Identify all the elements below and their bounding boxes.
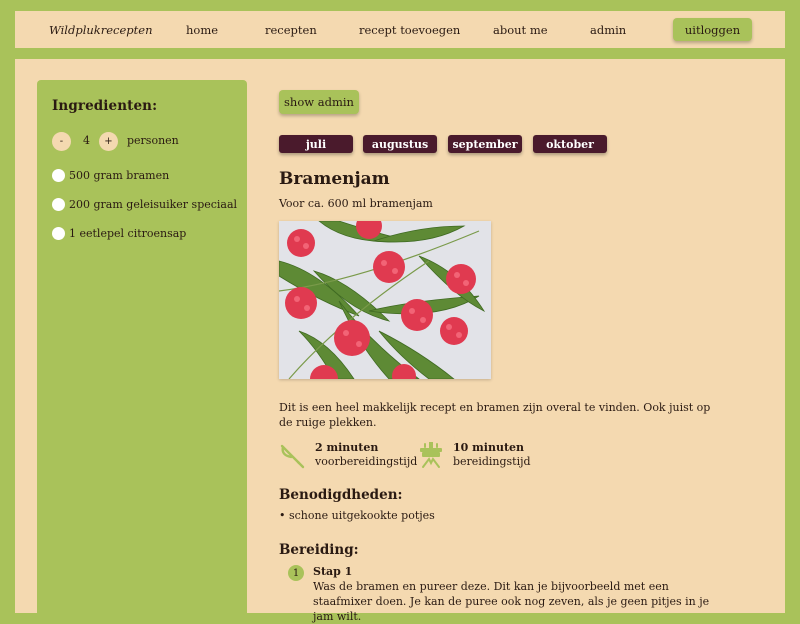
ingredients-sidebar: Ingredienten: - 4 + personen 500 gram br… [37, 80, 247, 620]
ingredient-label: 1 eetlepel citroensap [69, 227, 187, 240]
prep-time-value: 2 minuten [315, 441, 379, 454]
step-text: Was de bramen en pureer deze. Dit kan je… [313, 580, 710, 623]
ingredient-label: 500 gram bramen [69, 169, 170, 182]
step-title: Stap 1 [313, 565, 353, 578]
cook-time: 10 minuten bereidingstijd [417, 441, 531, 469]
ingredient-checkbox[interactable] [52, 169, 65, 182]
nav-home[interactable]: home [186, 23, 218, 37]
recipe-yield: Voor ca. 600 ml bramenjam [279, 197, 433, 210]
month-tag-oktober[interactable]: oktober [533, 135, 607, 153]
ingredient-checkbox[interactable] [52, 227, 65, 240]
prep-time-label: voorbereidingstijd [315, 455, 418, 468]
nav-recepten[interactable]: recepten [265, 23, 317, 37]
recipe-title: Bramenjam [279, 169, 390, 189]
ingredients-title: Ingredienten: [52, 98, 158, 114]
persons-label: personen [127, 134, 179, 147]
decrement-persons-button[interactable]: - [52, 132, 71, 151]
cook-time-label: bereidingstijd [453, 455, 531, 468]
tool-item: schone uitgekookte potjes [279, 509, 435, 522]
step-item: 1 Stap 1 Was de bramen en pureer deze. D… [288, 564, 728, 624]
step-number: 1 [288, 565, 304, 581]
tools-list: schone uitgekookte potjes [279, 509, 435, 522]
tools-title: Benodigdheden: [279, 487, 403, 503]
increment-persons-button[interactable]: + [99, 132, 118, 151]
persons-count: 4 [83, 134, 90, 147]
knife-icon [280, 444, 305, 469]
recipe-photo [279, 221, 491, 379]
nav-recept-toevoegen[interactable]: recept toevoegen [359, 23, 460, 37]
month-tag-juli[interactable]: juli [279, 135, 353, 153]
show-admin-button[interactable]: show admin [279, 90, 359, 114]
prep-time: 2 minuten voorbereidingstijd [279, 441, 417, 469]
navbar: Wildplukrecepten home recepten recept to… [15, 11, 785, 48]
steps-title: Bereiding: [279, 542, 359, 558]
brand-logo[interactable]: Wildplukrecepten [49, 23, 153, 37]
content-panel: Ingredienten: - 4 + personen 500 gram br… [15, 59, 785, 623]
recipe-description: Dit is een heel makkelijk recept en bram… [279, 401, 711, 429]
nav-admin[interactable]: admin [590, 23, 626, 37]
nav-about-me[interactable]: about me [493, 23, 548, 37]
stove-icon [420, 442, 442, 468]
cook-time-value: 10 minuten [453, 441, 525, 454]
ingredient-checkbox[interactable] [52, 198, 65, 211]
ingredient-item[interactable]: 500 gram bramen [52, 169, 169, 182]
logout-button[interactable]: uitloggen [673, 18, 752, 41]
month-tag-september[interactable]: september [448, 135, 522, 153]
month-tag-augustus[interactable]: augustus [363, 135, 437, 153]
ingredient-item[interactable]: 1 eetlepel citroensap [52, 227, 186, 240]
ingredient-item[interactable]: 200 gram geleisuiker speciaal [52, 198, 237, 211]
ingredient-label: 200 gram geleisuiker speciaal [69, 198, 238, 211]
raspberries-on-leaves-image [279, 221, 491, 379]
